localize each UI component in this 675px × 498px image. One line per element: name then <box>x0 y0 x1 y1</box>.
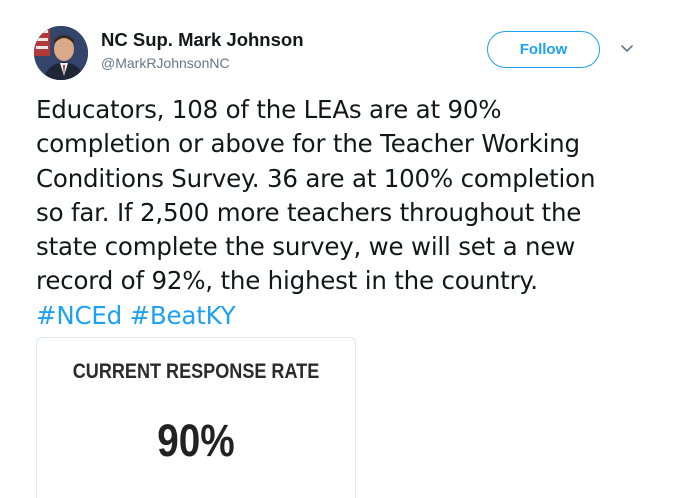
follow-button[interactable]: Follow <box>487 31 600 68</box>
tweet-text: Educators, 108 of the LEAs are at 90% co… <box>36 93 661 333</box>
hashtag-link-beatky[interactable]: #BeatKY <box>130 301 236 330</box>
tweet-text-line: completion or above for the Teacher Work… <box>36 129 580 159</box>
hashtag-link-nced[interactable]: #NCEd <box>36 301 122 330</box>
tweet-text-line: record of 92%, the highest in the countr… <box>36 266 538 296</box>
author-display-name[interactable]: NC Sup. Mark Johnson <box>101 29 304 51</box>
profile-photo-avatar <box>34 26 88 80</box>
card-label: CURRENT RESPONSE RATE <box>72 360 320 383</box>
tweet-text-line: so far. If 2,500 more teachers throughou… <box>36 197 582 227</box>
tweet-text-line: Educators, 108 of the LEAs are at 90% <box>36 95 502 124</box>
card-value: 90% <box>157 415 235 466</box>
tweet: NC Sup. Mark Johnson @MarkRJohnsonNC Fol… <box>0 0 675 498</box>
hashtag-line: #NCEd #BeatKY <box>36 299 661 333</box>
chevron-down-icon[interactable] <box>618 42 636 56</box>
tweet-text-line: state complete the survey, we will set a… <box>36 232 576 262</box>
author-handle[interactable]: @MarkRJohnsonNC <box>101 55 230 71</box>
tweet-text-line: Conditions Survey. 36 are at 100% comple… <box>36 163 596 193</box>
media-card[interactable]: CURRENT RESPONSE RATE 90% <box>36 337 356 498</box>
avatar[interactable] <box>34 26 88 80</box>
